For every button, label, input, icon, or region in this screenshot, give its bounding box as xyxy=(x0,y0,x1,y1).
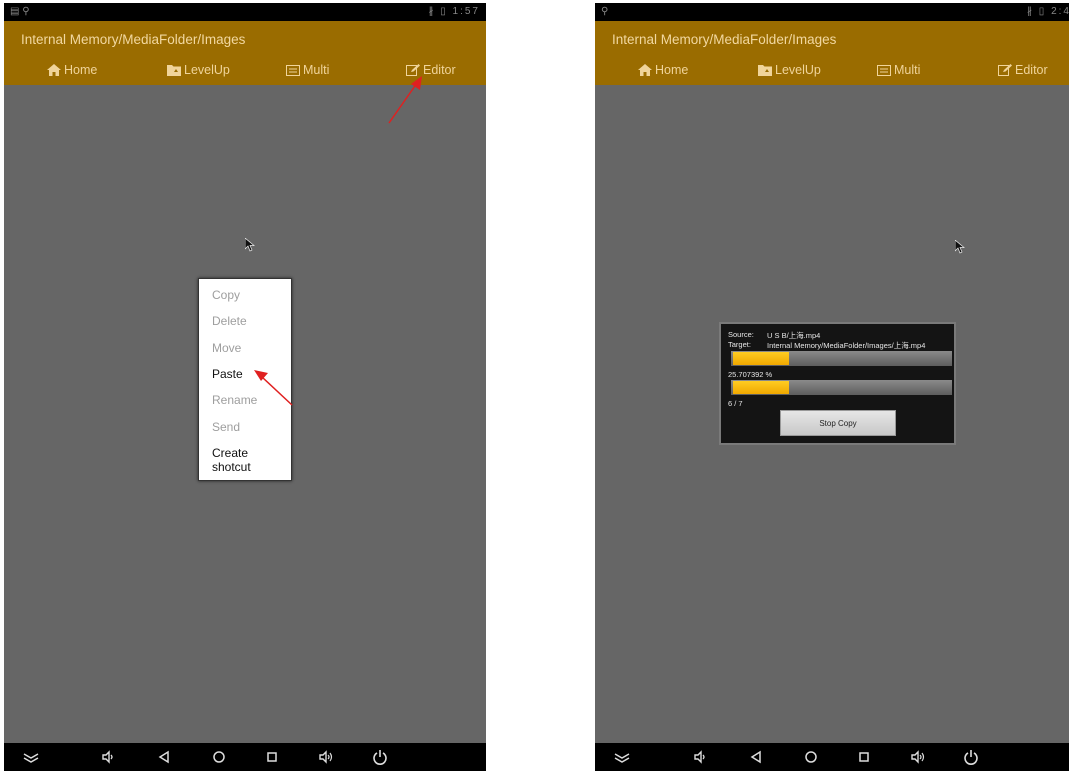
target-value: Internal Memory/MediaFolder/Images/上海.mp… xyxy=(767,341,926,350)
home-icon xyxy=(47,64,61,76)
menu-item-delete[interactable]: Delete xyxy=(212,314,247,328)
annotation-arrow-paste xyxy=(254,370,293,406)
overall-progress-fill xyxy=(733,381,790,394)
file-progress-fill xyxy=(733,352,789,365)
status-bar: ▤ ⚲ ∦ ▯ 1:57 xyxy=(4,3,486,21)
back-icon[interactable] xyxy=(747,748,765,766)
right-screen: ⚲ ∦ ▯ 2:4 Internal Memory/MediaFolder/Im… xyxy=(595,3,1069,771)
editor-label: Editor xyxy=(1015,63,1048,77)
edit-icon xyxy=(998,64,1012,76)
keyboard-hide-icon[interactable] xyxy=(613,748,631,766)
multi-button[interactable]: Multi xyxy=(286,61,329,79)
mouse-cursor-icon xyxy=(955,240,965,254)
menu-item-paste[interactable]: Paste xyxy=(212,367,243,381)
nav-bar xyxy=(4,743,486,771)
levelup-button[interactable]: LevelUp xyxy=(758,61,821,79)
path-title: Internal Memory/MediaFolder/Images xyxy=(612,32,837,47)
status-bar: ⚲ ∦ ▯ 2:4 xyxy=(595,3,1069,21)
multi-select-icon xyxy=(877,65,891,76)
editor-button[interactable]: Editor xyxy=(998,61,1048,79)
status-right: ∦ ▯ 2:4 xyxy=(1027,6,1069,17)
mouse-cursor-icon xyxy=(245,238,255,252)
annotation-arrow-editor xyxy=(388,76,422,124)
multi-button[interactable]: Multi xyxy=(877,61,920,79)
folder-up-icon xyxy=(758,65,772,76)
overall-progress-bar xyxy=(731,380,952,395)
recents-icon[interactable] xyxy=(263,748,281,766)
home-label: Home xyxy=(64,63,98,77)
status-right: ∦ ▯ 1:57 xyxy=(428,6,480,17)
folder-up-icon xyxy=(167,65,181,76)
nav-bar xyxy=(595,743,1069,771)
menu-item-rename[interactable]: Rename xyxy=(212,393,257,407)
file-count-text: 6 / 7 xyxy=(728,399,743,408)
power-icon[interactable] xyxy=(962,748,980,766)
levelup-button[interactable]: LevelUp xyxy=(167,61,230,79)
multi-label: Multi xyxy=(303,63,330,77)
status-left: ▤ ⚲ xyxy=(10,6,30,17)
path-title: Internal Memory/MediaFolder/Images xyxy=(21,32,246,47)
home-label: Home xyxy=(655,63,689,77)
levelup-label: LevelUp xyxy=(184,63,230,77)
menu-item-move[interactable]: Move xyxy=(212,341,241,355)
menu-item-create-shortcut[interactable]: Create shotcut xyxy=(212,446,272,474)
volume-up-icon[interactable] xyxy=(909,748,927,766)
app-bar: Internal Memory/MediaFolder/Images Home … xyxy=(595,21,1069,85)
levelup-label: LevelUp xyxy=(775,63,821,77)
recents-icon[interactable] xyxy=(855,748,873,766)
status-left: ⚲ xyxy=(601,6,609,17)
volume-up-icon[interactable] xyxy=(317,748,335,766)
volume-down-icon[interactable] xyxy=(99,748,117,766)
source-label: Source: xyxy=(728,330,754,339)
left-screen: ▤ ⚲ ∦ ▯ 1:57 Internal Memory/MediaFolder… xyxy=(4,3,486,771)
home-circle-icon[interactable] xyxy=(210,748,228,766)
power-icon[interactable] xyxy=(371,748,389,766)
file-progress-text: 25.707392 % xyxy=(728,370,773,379)
menu-item-copy[interactable]: Copy xyxy=(212,288,240,302)
home-button[interactable]: Home xyxy=(47,61,97,79)
back-icon[interactable] xyxy=(155,748,173,766)
keyboard-hide-icon[interactable] xyxy=(22,748,40,766)
multi-label: Multi xyxy=(894,63,921,77)
target-label: Target: xyxy=(728,340,751,349)
multi-select-icon xyxy=(286,65,300,76)
copy-progress-dialog: Source: U S B/上海.mp4 Target: Internal Me… xyxy=(719,322,956,445)
menu-item-send[interactable]: Send xyxy=(212,420,240,434)
volume-down-icon[interactable] xyxy=(691,748,709,766)
home-circle-icon[interactable] xyxy=(802,748,820,766)
stop-copy-button[interactable]: Stop Copy xyxy=(780,410,896,436)
home-icon xyxy=(638,64,652,76)
home-button[interactable]: Home xyxy=(638,61,688,79)
file-progress-bar xyxy=(731,351,952,366)
